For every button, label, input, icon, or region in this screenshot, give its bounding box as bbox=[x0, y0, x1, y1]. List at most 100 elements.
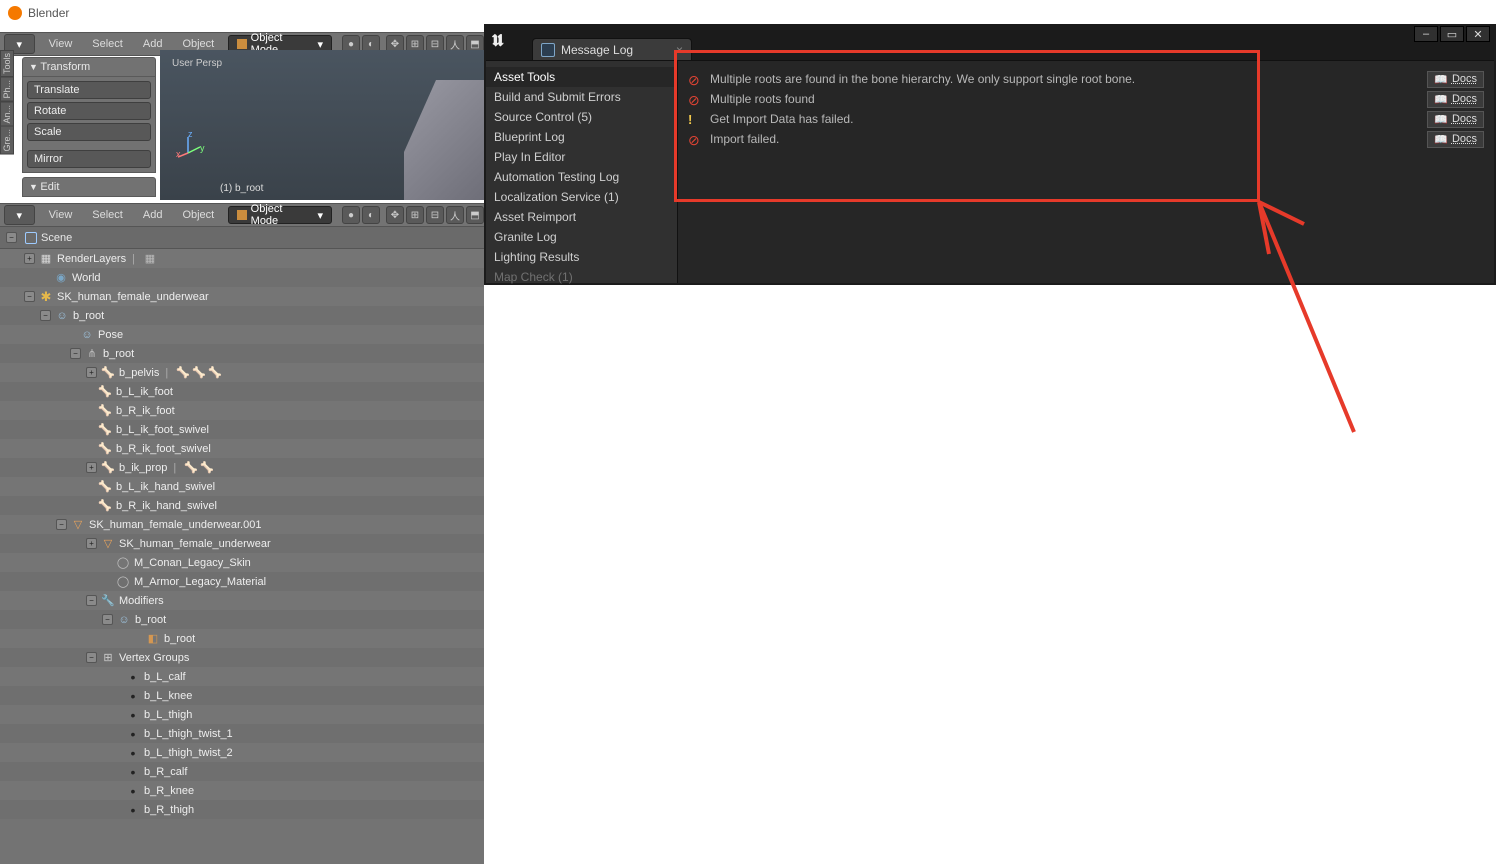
ov-2d[interactable]: 人 bbox=[446, 206, 464, 224]
item-modifiers[interactable]: Modifiers bbox=[119, 595, 164, 607]
tog-pelvis[interactable]: + bbox=[86, 367, 97, 378]
item-vg[interactable]: Vertex Groups bbox=[119, 652, 189, 664]
docs-button-0[interactable]: 📖Docs bbox=[1427, 71, 1484, 88]
cat-reimport[interactable]: Asset Reimport bbox=[486, 207, 677, 227]
cat-build-errors[interactable]: Build and Submit Errors bbox=[486, 87, 677, 107]
item-broot2[interactable]: b_root bbox=[103, 348, 134, 360]
minimize-button[interactable]: – bbox=[1414, 26, 1438, 42]
mode-dropdown-2[interactable]: Object Mode▾ bbox=[228, 206, 332, 224]
rotate-button[interactable]: Rotate bbox=[27, 102, 151, 120]
cat-source-control[interactable]: Source Control (5) bbox=[486, 107, 677, 127]
vg-7[interactable]: b_R_thigh bbox=[144, 804, 194, 816]
item-pelvis[interactable]: b_pelvis bbox=[119, 367, 159, 379]
scale-button[interactable]: Scale bbox=[27, 123, 151, 141]
docs-button-2[interactable]: 📖Docs bbox=[1427, 111, 1484, 128]
vg-6[interactable]: b_R_knee bbox=[144, 785, 194, 797]
collapse-scene[interactable]: − bbox=[6, 232, 17, 243]
tog-broot[interactable]: − bbox=[40, 310, 51, 321]
tog-mods[interactable]: − bbox=[86, 595, 97, 606]
bone-p2-icon[interactable]: 🦴 bbox=[200, 461, 214, 475]
vg-4[interactable]: b_L_thigh_twist_2 bbox=[144, 747, 233, 759]
tog-renderlayers[interactable]: + bbox=[24, 253, 35, 264]
ov-2b[interactable]: ⊞ bbox=[406, 206, 424, 224]
tab-close-icon[interactable]: × bbox=[676, 43, 683, 57]
cat-mapcheck[interactable]: Map Check (1) bbox=[486, 267, 677, 287]
ov-2e[interactable]: ⬒ bbox=[466, 206, 484, 224]
vg-5[interactable]: b_R_calf bbox=[144, 766, 187, 778]
cat-automation[interactable]: Automation Testing Log bbox=[486, 167, 677, 187]
item-sk001[interactable]: SK_human_female_underwear.001 bbox=[89, 519, 261, 531]
ov-2a[interactable]: ✥ bbox=[386, 206, 404, 224]
bone-ext2-icon[interactable]: 🦴 bbox=[192, 366, 206, 380]
vg-3[interactable]: b_L_thigh_twist_1 bbox=[144, 728, 233, 740]
menu-object-2[interactable]: Object bbox=[172, 209, 224, 221]
message-log-tab[interactable]: Message Log × bbox=[532, 38, 692, 60]
log-row-0[interactable]: ⊘ Multiple roots are found in the bone h… bbox=[688, 69, 1484, 89]
ov-2c[interactable]: ⊟ bbox=[426, 206, 444, 224]
cat-lighting[interactable]: Lighting Results bbox=[486, 247, 677, 267]
menu-select-2[interactable]: Select bbox=[82, 209, 133, 221]
tog-vg[interactable]: − bbox=[86, 652, 97, 663]
layers-sub-icon[interactable]: ▦ bbox=[143, 252, 157, 266]
menu-select[interactable]: Select bbox=[82, 38, 133, 50]
tab-phys[interactable]: Ph... bbox=[0, 77, 14, 102]
item-mod-broot[interactable]: b_root bbox=[135, 614, 166, 626]
item-ikprop[interactable]: b_ik_prop bbox=[119, 462, 167, 474]
tab-tools[interactable]: Tools bbox=[0, 50, 14, 77]
panel-transform-header[interactable]: Transform bbox=[22, 57, 156, 77]
item-r-ik-foot[interactable]: b_R_ik_foot bbox=[116, 405, 175, 417]
translate-button[interactable]: Translate bbox=[27, 81, 151, 99]
vg-2[interactable]: b_L_thigh bbox=[144, 709, 192, 721]
item-l-ik-foot-sw[interactable]: b_L_ik_foot_swivel bbox=[116, 424, 209, 436]
menu-object[interactable]: Object bbox=[172, 38, 224, 50]
cat-pie[interactable]: Play In Editor bbox=[486, 147, 677, 167]
panel-edit-header[interactable]: Edit bbox=[22, 177, 156, 197]
bone-p1-icon[interactable]: 🦴 bbox=[184, 461, 198, 475]
tog-sk001[interactable]: − bbox=[56, 519, 67, 530]
mirror-button[interactable]: Mirror bbox=[27, 150, 151, 168]
item-mat1[interactable]: M_Conan_Legacy_Skin bbox=[134, 557, 251, 569]
tab-anim[interactable]: An... bbox=[0, 102, 14, 127]
bone-ext1-icon[interactable]: 🦴 bbox=[176, 366, 190, 380]
item-l-ik-hand-sw[interactable]: b_L_ik_hand_swivel bbox=[116, 481, 215, 493]
vg-1[interactable]: b_L_knee bbox=[144, 690, 192, 702]
menu-add[interactable]: Add bbox=[133, 38, 173, 50]
shade-btn-2b[interactable]: ◐ bbox=[362, 206, 380, 224]
item-r-ik-hand-sw[interactable]: b_R_ik_hand_swivel bbox=[116, 500, 217, 512]
item-skmesh[interactable]: SK_human_female_underwear bbox=[119, 538, 271, 550]
log-row-3[interactable]: ⊘ Import failed. 📖Docs bbox=[688, 129, 1484, 149]
menu-add-2[interactable]: Add bbox=[133, 209, 173, 221]
cat-localization[interactable]: Localization Service (1) bbox=[486, 187, 677, 207]
item-renderlayers[interactable]: RenderLayers bbox=[57, 253, 126, 265]
log-row-1[interactable]: ⊘ Multiple roots found 📖Docs bbox=[688, 89, 1484, 109]
item-sk[interactable]: SK_human_female_underwear bbox=[57, 291, 209, 303]
shade-btn-2a[interactable]: ● bbox=[342, 206, 360, 224]
item-mat2[interactable]: M_Armor_Legacy_Material bbox=[134, 576, 266, 588]
maximize-button[interactable]: ▭ bbox=[1440, 26, 1464, 42]
bone-ext3-icon[interactable]: 🦴 bbox=[208, 366, 222, 380]
log-row-2[interactable]: ! Get Import Data has failed. 📖Docs bbox=[688, 109, 1484, 129]
item-mod-broot2[interactable]: b_root bbox=[164, 633, 195, 645]
item-l-ik-foot[interactable]: b_L_ik_foot bbox=[116, 386, 173, 398]
docs-button-3[interactable]: 📖Docs bbox=[1427, 131, 1484, 148]
item-pose[interactable]: Pose bbox=[98, 329, 123, 341]
tog-sk[interactable]: − bbox=[24, 291, 35, 302]
editor-type-button-2[interactable]: ▾ bbox=[4, 205, 35, 225]
tog-broot2[interactable]: − bbox=[70, 348, 81, 359]
cat-asset-tools[interactable]: Asset Tools bbox=[486, 67, 677, 87]
docs-button-1[interactable]: 📖Docs bbox=[1427, 91, 1484, 108]
menu-view-2[interactable]: View bbox=[39, 209, 83, 221]
item-world[interactable]: World bbox=[72, 272, 101, 284]
menu-view[interactable]: View bbox=[39, 38, 83, 50]
tog-modroot[interactable]: − bbox=[102, 614, 113, 625]
cat-granite[interactable]: Granite Log bbox=[486, 227, 677, 247]
item-broot[interactable]: b_root bbox=[73, 310, 104, 322]
cat-blueprint-log[interactable]: Blueprint Log bbox=[486, 127, 677, 147]
tog-ikprop[interactable]: + bbox=[86, 462, 97, 473]
tog-skmesh[interactable]: + bbox=[86, 538, 97, 549]
vg-0[interactable]: b_L_calf bbox=[144, 671, 186, 683]
scene-label[interactable]: Scene bbox=[41, 232, 72, 244]
tab-grease[interactable]: Gre... bbox=[0, 126, 14, 155]
close-button[interactable]: ✕ bbox=[1466, 26, 1490, 42]
3d-viewport[interactable]: User Persp zyx (1) b_root bbox=[160, 50, 484, 200]
